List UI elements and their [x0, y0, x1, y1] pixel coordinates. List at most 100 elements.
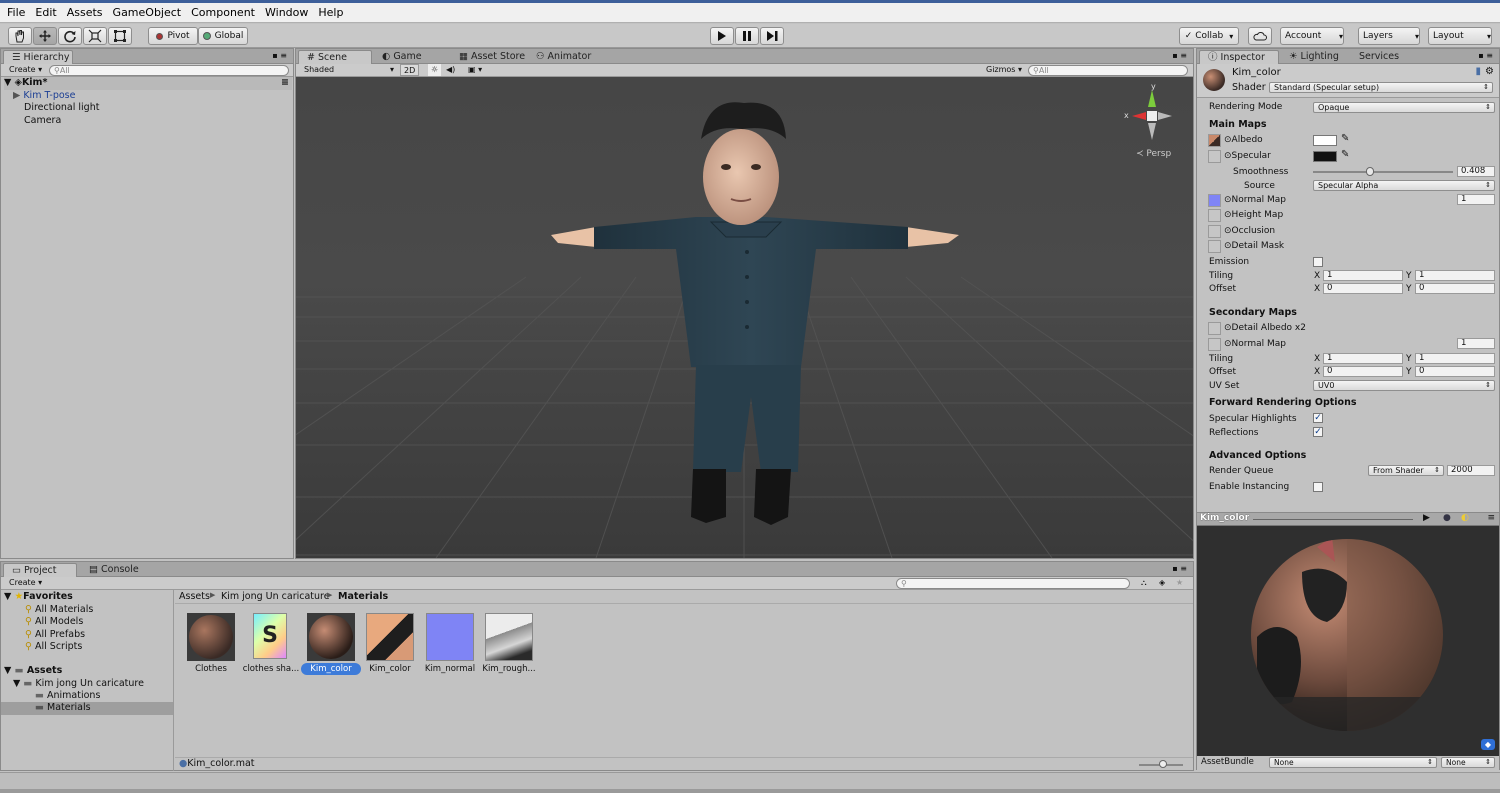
folder-materials[interactable]: ▬ Materials: [1, 702, 173, 715]
menu-component[interactable]: Component: [186, 3, 260, 23]
assets-header[interactable]: ▼ ▬ Assets: [4, 665, 62, 676]
panel-menu-icon[interactable]: ▪ ≡: [1478, 50, 1493, 62]
hand-tool-button[interactable]: [8, 27, 32, 45]
albedo-texture-slot[interactable]: [1208, 134, 1221, 147]
reflections-checkbox[interactable]: ✓: [1313, 427, 1323, 437]
emission-checkbox[interactable]: [1313, 257, 1323, 267]
menu-window[interactable]: Window: [260, 3, 313, 23]
account-dropdown[interactable]: Account: [1280, 27, 1344, 45]
gear-icon[interactable]: ⚙: [1485, 66, 1494, 77]
step-button[interactable]: [760, 27, 784, 45]
secondary-normal-texture-slot[interactable]: [1208, 338, 1221, 351]
offset-y-field[interactable]: 0: [1415, 283, 1495, 294]
menu-file[interactable]: File: [2, 3, 30, 23]
tab-lighting[interactable]: ☀ Lighting: [1281, 50, 1347, 64]
help-book-icon[interactable]: ▮: [1475, 66, 1481, 77]
layers-dropdown[interactable]: Layers: [1358, 27, 1420, 45]
tab-services[interactable]: Services: [1351, 50, 1407, 64]
eyedropper-icon[interactable]: ✎: [1341, 149, 1349, 160]
tab-inspector[interactable]: ⓘ Inspector: [1199, 50, 1279, 64]
normal-map-texture-slot[interactable]: [1208, 194, 1221, 207]
hierarchy-item-directional-light[interactable]: Directional light: [24, 102, 99, 113]
breadcrumb-assets[interactable]: Assets: [179, 591, 210, 602]
play-button[interactable]: [710, 27, 734, 45]
eyedropper-icon[interactable]: ✎: [1341, 133, 1349, 144]
cloud-button[interactable]: [1248, 27, 1272, 45]
breadcrumb-materials[interactable]: Materials: [338, 591, 388, 602]
specular-color-swatch[interactable]: [1313, 151, 1337, 162]
smoothness-slider-thumb[interactable]: [1366, 167, 1375, 176]
tiling-y-field[interactable]: 1: [1415, 270, 1495, 281]
tab-asset-store[interactable]: ▦ Asset Store: [451, 50, 533, 64]
menu-help[interactable]: Help: [313, 3, 348, 23]
render-queue-dropdown[interactable]: From Shader ⇕: [1368, 465, 1444, 476]
normal-scale-field[interactable]: 1: [1457, 194, 1495, 205]
panel-menu-icon[interactable]: ▪ ≡: [272, 50, 287, 62]
audio-icon[interactable]: ◀): [446, 64, 455, 76]
menu-assets[interactable]: Assets: [62, 3, 108, 23]
scene-menu-icon[interactable]: ≡: [281, 77, 289, 88]
menu-edit[interactable]: Edit: [30, 3, 61, 23]
tiling2-x-field[interactable]: 1: [1323, 353, 1403, 364]
detail-albedo-texture-slot[interactable]: [1208, 322, 1221, 335]
tab-console[interactable]: ▤ Console: [81, 563, 147, 577]
rotate-tool-button[interactable]: [58, 27, 82, 45]
enable-instancing-checkbox[interactable]: [1313, 482, 1323, 492]
move-tool-button[interactable]: [33, 27, 57, 45]
tab-game[interactable]: ◐ Game: [374, 50, 430, 64]
sun-icon[interactable]: ☼: [428, 64, 442, 76]
asset-bundle-dropdown[interactable]: None ⇕: [1269, 757, 1437, 768]
tiling-x-field[interactable]: 1: [1323, 270, 1403, 281]
tiling2-y-field[interactable]: 1: [1415, 353, 1495, 364]
global-toggle-button[interactable]: Global: [198, 27, 248, 45]
offset-x-field[interactable]: 0: [1323, 283, 1403, 294]
tab-project[interactable]: ▭ Project: [3, 563, 77, 577]
pause-button[interactable]: [735, 27, 759, 45]
scene-viewport[interactable]: y x ≺ Persp: [296, 77, 1193, 558]
specular-texture-slot[interactable]: [1208, 150, 1221, 163]
hierarchy-search-input[interactable]: ⚲All: [49, 65, 289, 76]
shader-dropdown[interactable]: Standard (Specular setup) ⇕: [1269, 82, 1493, 93]
persp-label[interactable]: ≺ Persp: [1136, 149, 1171, 159]
tab-hierarchy[interactable]: ☰ Hierarchy: [3, 50, 73, 64]
tab-animator[interactable]: ⚇ Animator: [528, 50, 599, 64]
thumbnail-size-slider-thumb[interactable]: [1159, 760, 1167, 768]
preview-play-icon[interactable]: ▶: [1423, 513, 1430, 523]
filter-label-icon[interactable]: ◈: [1159, 577, 1165, 589]
project-search-input[interactable]: ⚲: [896, 578, 1130, 589]
orientation-gizmo[interactable]: y x: [1122, 82, 1182, 145]
detail-mask-texture-slot[interactable]: [1208, 240, 1221, 253]
hierarchy-item-kim-tpose[interactable]: ▶ Kim T-pose: [13, 90, 75, 101]
scene-search-input[interactable]: ⚲All: [1028, 65, 1188, 76]
create-dropdown[interactable]: Create ▾: [9, 577, 42, 589]
preview-light-icon[interactable]: ◐: [1461, 513, 1469, 523]
smoothness-value-field[interactable]: 0.408: [1457, 166, 1495, 177]
favorite-all-models[interactable]: ⚲ All Models: [25, 616, 83, 627]
specular-highlights-checkbox[interactable]: ✓: [1313, 413, 1323, 423]
panel-menu-icon[interactable]: ▪ ≡: [1172, 50, 1187, 62]
asset-bundle-variant-dropdown[interactable]: None ⇕: [1441, 757, 1495, 768]
favorites-header[interactable]: ▼ ★Favorites: [4, 591, 73, 602]
uv-set-dropdown[interactable]: UV0 ⇕: [1313, 380, 1495, 391]
create-dropdown[interactable]: Create ▾: [9, 64, 42, 76]
preview-sphere-icon[interactable]: ●: [1443, 513, 1451, 523]
rect-tool-button[interactable]: [108, 27, 132, 45]
favorite-all-prefabs[interactable]: ⚲ All Prefabs: [25, 629, 85, 640]
gizmos-dropdown[interactable]: Gizmos ▾: [986, 64, 1022, 76]
shading-dropdown[interactable]: Shaded ▾: [304, 64, 394, 76]
breadcrumb-kim-folder[interactable]: Kim jong Un caricature: [221, 591, 330, 602]
folder-kim-jong-un[interactable]: ▼ ▬ Kim jong Un caricature: [13, 678, 144, 689]
panel-menu-icon[interactable]: ▪ ≡: [1172, 563, 1187, 575]
scene-root-row[interactable]: ▼ ◈Kim* ≡: [4, 77, 292, 90]
preview-menu-icon[interactable]: ≡: [1487, 513, 1495, 523]
collab-dropdown[interactable]: ✓ Collab: [1179, 27, 1239, 45]
albedo-color-swatch[interactable]: [1313, 135, 1337, 146]
secondary-normal-scale-field[interactable]: 1: [1457, 338, 1495, 349]
favorite-all-scripts[interactable]: ⚲ All Scripts: [25, 641, 82, 652]
render-queue-field[interactable]: 2000: [1447, 465, 1495, 476]
filter-type-icon[interactable]: ⛬: [1141, 577, 1147, 589]
2d-toggle[interactable]: 2D: [400, 64, 420, 76]
occlusion-texture-slot[interactable]: [1208, 225, 1221, 238]
offset2-y-field[interactable]: 0: [1415, 366, 1495, 377]
menu-gameobject[interactable]: GameObject: [108, 3, 187, 23]
